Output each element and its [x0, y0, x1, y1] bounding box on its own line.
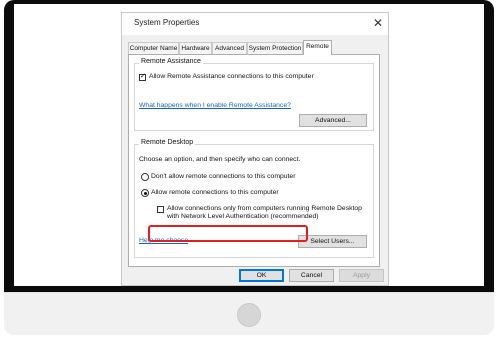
- title-bar[interactable]: System Properties ✕: [122, 13, 388, 35]
- remote-assistance-group: Remote Assistance ✓ Allow Remote Assista…: [134, 58, 374, 131]
- tab-remote[interactable]: Remote: [303, 40, 332, 55]
- radio-dont-allow[interactable]: [141, 173, 149, 181]
- dialog-title: System Properties: [134, 18, 200, 27]
- nla-checkbox[interactable]: [157, 206, 164, 213]
- tab-system-protection[interactable]: System Protection: [247, 42, 303, 54]
- tab-hardware[interactable]: Hardware: [179, 42, 212, 54]
- allow-remote-assistance-label[interactable]: Allow Remote Assistance connections to t…: [149, 72, 314, 82]
- allow-remote-assistance-checkbox[interactable]: ✓: [139, 73, 146, 81]
- close-icon[interactable]: ✕: [370, 14, 386, 32]
- checkmark-icon: ✓: [140, 73, 146, 80]
- remote-assistance-group-label: Remote Assistance: [139, 58, 203, 65]
- power-button-icon: [237, 303, 261, 327]
- remote-desktop-group-label: Remote Desktop: [139, 139, 196, 146]
- remote-assistance-help-link[interactable]: What happens when I enable Remote Assist…: [139, 102, 291, 109]
- tab-advanced[interactable]: Advanced: [212, 42, 247, 54]
- remote-tab-panel: Remote Assistance ✓ Allow Remote Assista…: [128, 54, 380, 267]
- radio-dont-allow-label[interactable]: Don't allow remote connections to this c…: [151, 172, 295, 182]
- highlight-box: [148, 225, 308, 242]
- system-properties-dialog: System Properties ✕ Computer Name Hardwa…: [121, 12, 389, 286]
- nla-label-line2[interactable]: with Network Level Authentication (recom…: [167, 212, 319, 222]
- ok-button[interactable]: OK: [239, 269, 284, 282]
- select-users-button[interactable]: Select Users...: [298, 235, 367, 248]
- cancel-button[interactable]: Cancel: [289, 269, 334, 282]
- apply-button[interactable]: Apply: [339, 269, 384, 282]
- radio-allow[interactable]: [141, 189, 149, 197]
- remote-desktop-instruction: Choose an option, and then specify who c…: [139, 156, 301, 163]
- advanced-button[interactable]: Advanced...: [299, 114, 367, 127]
- radio-allow-label[interactable]: Allow remote connections to this compute…: [151, 188, 279, 198]
- tab-computer-name[interactable]: Computer Name: [128, 42, 179, 54]
- screen: System Properties ✕ Computer Name Hardwa…: [14, 4, 484, 286]
- radio-selected-dot: [143, 191, 147, 195]
